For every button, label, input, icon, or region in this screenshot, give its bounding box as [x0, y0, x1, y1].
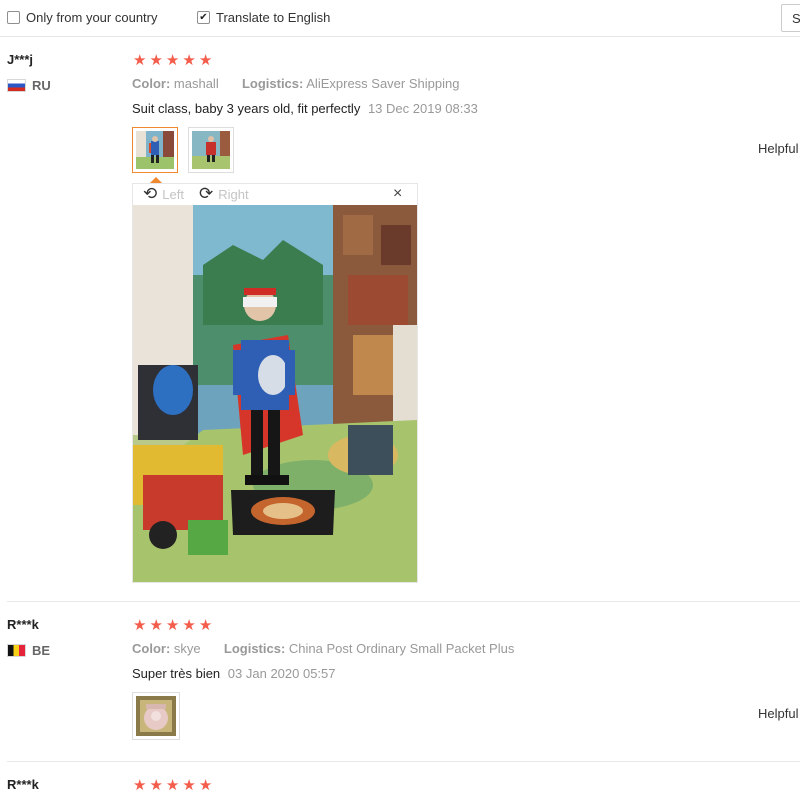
- photo-thumbnail-image: [136, 131, 174, 169]
- only-country-filter[interactable]: Only from your country: [7, 10, 158, 25]
- rotate-right-button[interactable]: ⟳ Right: [199, 184, 249, 203]
- only-country-label[interactable]: Only from your country: [26, 10, 158, 25]
- review-body: Suit class, baby 3 years old, fit perfec…: [132, 101, 478, 116]
- logistics-label: Logistics:: [241, 76, 304, 91]
- review-photo-thumbnail[interactable]: [132, 127, 178, 173]
- helpful-button[interactable]: Helpful: [758, 141, 798, 156]
- review-body: Super très bien 03 Jan 2020 05:57: [132, 666, 336, 681]
- star-rating: ★ ★ ★ ★ ★: [133, 53, 212, 68]
- rotate-right-label: Right: [218, 186, 249, 202]
- review-divider: [7, 761, 800, 762]
- color-value: skye: [173, 641, 201, 656]
- review-text: Suit class, baby 3 years old, fit perfec…: [132, 101, 361, 116]
- color-value: mashall: [173, 76, 219, 91]
- country-code: BE: [32, 643, 51, 658]
- reviewer-country: BE: [7, 643, 50, 658]
- star-icon: ★: [182, 617, 196, 634]
- rotate-right-icon: ⟳: [199, 184, 214, 203]
- review-photo-thumbnail[interactable]: [132, 692, 180, 740]
- rotate-left-icon: ⟲: [143, 184, 158, 203]
- sort-select[interactable]: S: [781, 4, 800, 32]
- russia-flag-icon: [7, 79, 26, 92]
- reviewer-name: R***k: [7, 777, 39, 792]
- logistics-label: Logistics:: [223, 641, 286, 656]
- color-label: Color:: [132, 641, 171, 656]
- checkmark-icon: ✔: [199, 11, 208, 23]
- review-date: 03 Jan 2020 05:57: [227, 666, 336, 681]
- star-icon: ★: [149, 52, 163, 69]
- star-icon: ★: [198, 52, 213, 69]
- sort-select-value: S: [792, 11, 800, 26]
- review-photo-large: [133, 205, 417, 582]
- helpful-button[interactable]: Helpful: [758, 706, 798, 721]
- review-divider: [7, 601, 800, 602]
- star-icon: ★: [182, 52, 196, 69]
- star-icon: ★: [165, 52, 180, 69]
- child-costume-photo: [133, 205, 417, 582]
- review-photo-thumbnail[interactable]: [188, 127, 234, 173]
- translate-label[interactable]: Translate to English: [216, 10, 330, 25]
- logistics-value: China Post Ordinary Small Packet Plus: [288, 641, 515, 656]
- rotate-left-button[interactable]: ⟲ Left: [143, 184, 184, 203]
- logistics-value: AliExpress Saver Shipping: [306, 76, 460, 91]
- star-rating: ★ ★ ★ ★ ★: [133, 618, 212, 633]
- translate-filter[interactable]: ✔ Translate to English: [197, 10, 330, 25]
- color-label: Color:: [132, 76, 171, 91]
- rotate-left-label: Left: [162, 186, 184, 202]
- review-meta: Color: mashall Logistics: AliExpress Sav…: [132, 76, 459, 91]
- filter-bar: Only from your country ✔ Translate to En…: [0, 0, 800, 37]
- reviewer-name: J***j: [7, 52, 34, 67]
- star-icon: ★: [165, 777, 180, 794]
- star-rating: ★ ★ ★ ★ ★: [133, 778, 212, 793]
- star-icon: ★: [133, 617, 147, 634]
- reviewer-name: R***k: [7, 617, 39, 632]
- country-code: RU: [32, 78, 51, 93]
- translate-checkbox[interactable]: ✔: [197, 11, 210, 24]
- star-icon: ★: [149, 777, 163, 794]
- star-icon: ★: [133, 52, 147, 69]
- star-icon: ★: [133, 777, 147, 794]
- star-icon: ★: [182, 777, 196, 794]
- star-icon: ★: [198, 617, 213, 634]
- belgium-flag-icon: [7, 644, 26, 657]
- star-icon: ★: [149, 617, 163, 634]
- close-icon[interactable]: ×: [393, 185, 402, 203]
- review-meta: Color: skye Logistics: China Post Ordina…: [132, 641, 514, 656]
- review-date: 13 Dec 2019 08:33: [367, 101, 478, 116]
- star-icon: ★: [198, 777, 213, 794]
- review-text: Super très bien: [132, 666, 221, 681]
- photo-thumbnail-image: [136, 696, 176, 736]
- image-viewer: ⟲ Left ⟳ Right ×: [132, 183, 418, 583]
- only-country-checkbox[interactable]: [7, 11, 20, 24]
- viewer-toolbar: ⟲ Left ⟳ Right ×: [133, 184, 417, 205]
- photo-thumbnail-image: [192, 131, 230, 169]
- star-icon: ★: [165, 617, 180, 634]
- reviewer-country: RU: [7, 78, 51, 93]
